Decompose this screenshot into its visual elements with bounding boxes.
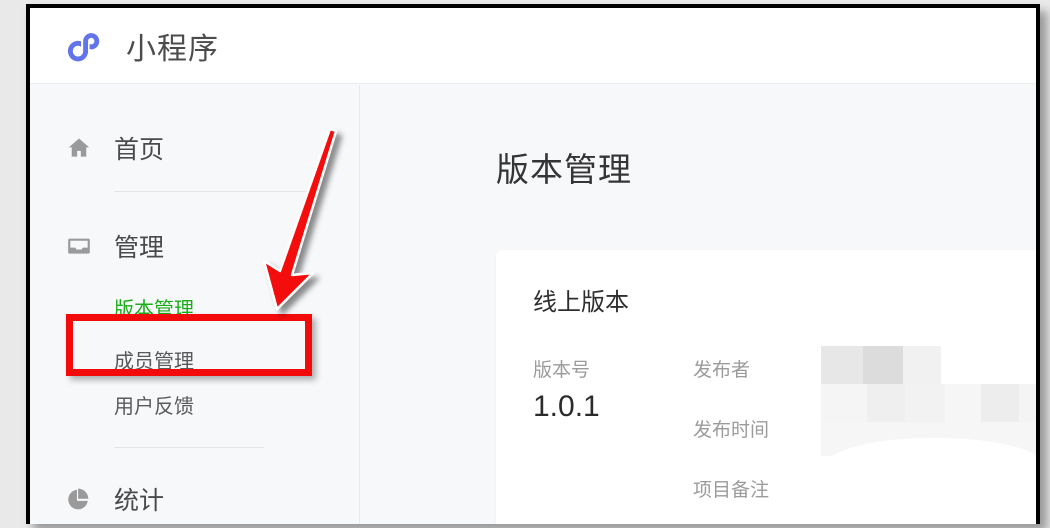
online-version-card: 线上版本 版本号 1.0.1 发布者 发布时间 项目备注 <box>496 250 1036 524</box>
browser-window-frame: 小程序 首页 管理 版本管理 成员管理 用户反馈 统计 版本管理 线上版本 版本… <box>26 4 1040 524</box>
inbox-icon <box>68 238 90 254</box>
brand[interactable]: 小程序 <box>62 18 219 74</box>
sidebar-divider-1 <box>114 191 309 192</box>
miniprogram-admin-app: 小程序 首页 管理 版本管理 成员管理 用户反馈 统计 版本管理 线上版本 版本… <box>30 8 1036 524</box>
wechat-miniprogram-logo-icon <box>67 33 100 62</box>
sidebar-item-home-label: 首页 <box>114 136 165 164</box>
app-header: 小程序 <box>30 8 1036 84</box>
card-title: 线上版本 <box>533 289 629 316</box>
version-value: 1.0.1 <box>533 390 600 423</box>
redacted-values-block <box>821 346 1036 506</box>
sidebar-group-home: 首页 <box>30 126 359 192</box>
sidebar-item-home[interactable]: 首页 <box>30 126 359 170</box>
screenshot-root: 小程序 首页 管理 版本管理 成员管理 用户反馈 统计 版本管理 线上版本 版本… <box>0 0 1050 528</box>
sidebar-item-statistics[interactable]: 统计 <box>30 477 359 521</box>
home-icon <box>68 138 90 157</box>
sidebar-item-manage[interactable]: 管理 <box>30 224 359 268</box>
version-label: 版本号 <box>533 360 591 381</box>
app-title: 小程序 <box>126 33 219 66</box>
version-field: 版本号 1.0.1 <box>533 355 703 424</box>
sidebar-item-manage-label: 管理 <box>114 234 165 262</box>
sidebar-group-statistics: 统计 <box>30 477 359 521</box>
main-content: 版本管理 线上版本 版本号 1.0.1 发布者 发布时间 项目备注 <box>361 85 1036 524</box>
sidebar: 首页 管理 版本管理 成员管理 用户反馈 统计 <box>30 85 360 524</box>
pie-chart-icon <box>68 488 89 510</box>
sidebar-item-statistics-label: 统计 <box>114 487 165 515</box>
sidebar-item-user-feedback-label: 用户反馈 <box>114 396 194 418</box>
sidebar-divider-2 <box>114 447 264 448</box>
annotation-highlight-box <box>66 314 312 376</box>
sidebar-item-user-feedback[interactable]: 用户反馈 <box>30 384 359 425</box>
page-title: 版本管理 <box>496 151 632 188</box>
